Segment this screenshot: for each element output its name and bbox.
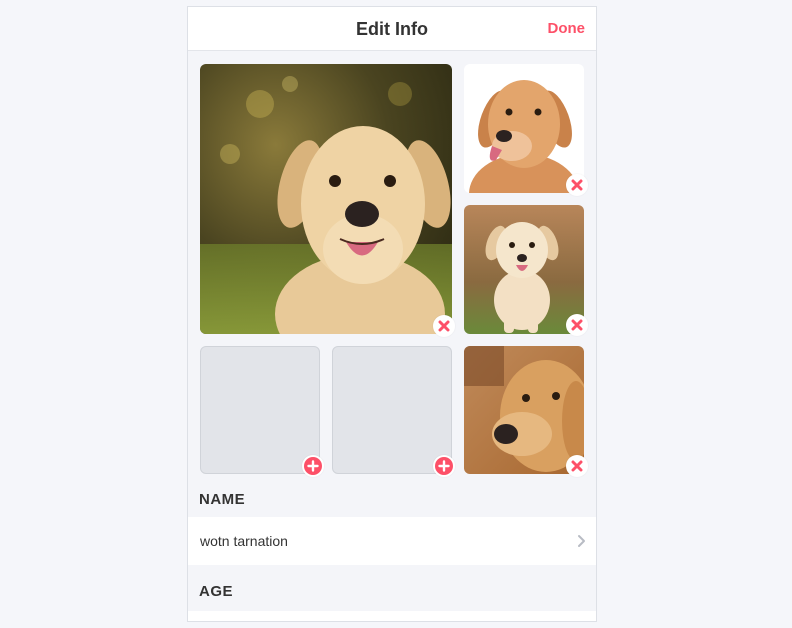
name-row[interactable]: wotn tarnation: [188, 517, 596, 565]
name-value: wotn tarnation: [200, 533, 288, 549]
golden-retriever-photo: [464, 64, 584, 193]
puppy-photo: [464, 205, 584, 334]
name-section-label: NAME: [199, 491, 246, 508]
age-section-label: AGE: [199, 583, 234, 600]
close-x-icon: [571, 460, 583, 472]
photo-slot-3[interactable]: [464, 205, 584, 334]
add-photo-4-button[interactable]: [302, 455, 324, 477]
chevron-right-icon: [578, 535, 585, 547]
remove-photo-6-button[interactable]: [566, 455, 588, 477]
photo-slot-1[interactable]: [200, 64, 452, 334]
empty-photo-slot-4[interactable]: [200, 346, 320, 474]
close-x-icon: [571, 319, 583, 331]
edit-info-screen: Edit Info Done NAME wotn tarnation AGE: [187, 6, 597, 622]
remove-photo-3-button[interactable]: [566, 314, 588, 336]
close-x-icon: [438, 320, 450, 332]
remove-photo-2-button[interactable]: [566, 174, 588, 196]
header-bar: Edit Info Done: [188, 7, 596, 51]
empty-photo-slot-5[interactable]: [332, 346, 452, 474]
photo-slot-2[interactable]: [464, 64, 584, 193]
page-title: Edit Info: [356, 19, 428, 39]
done-button[interactable]: Done: [548, 20, 586, 37]
golden-closeup-photo: [464, 346, 584, 474]
remove-photo-1-button[interactable]: [433, 315, 455, 337]
labrador-photo: [200, 64, 452, 334]
age-row[interactable]: [188, 611, 596, 621]
plus-circle-icon: [435, 457, 453, 475]
close-x-icon: [571, 179, 583, 191]
plus-circle-icon: [304, 457, 322, 475]
add-photo-5-button[interactable]: [433, 455, 455, 477]
photo-slot-6[interactable]: [464, 346, 584, 474]
